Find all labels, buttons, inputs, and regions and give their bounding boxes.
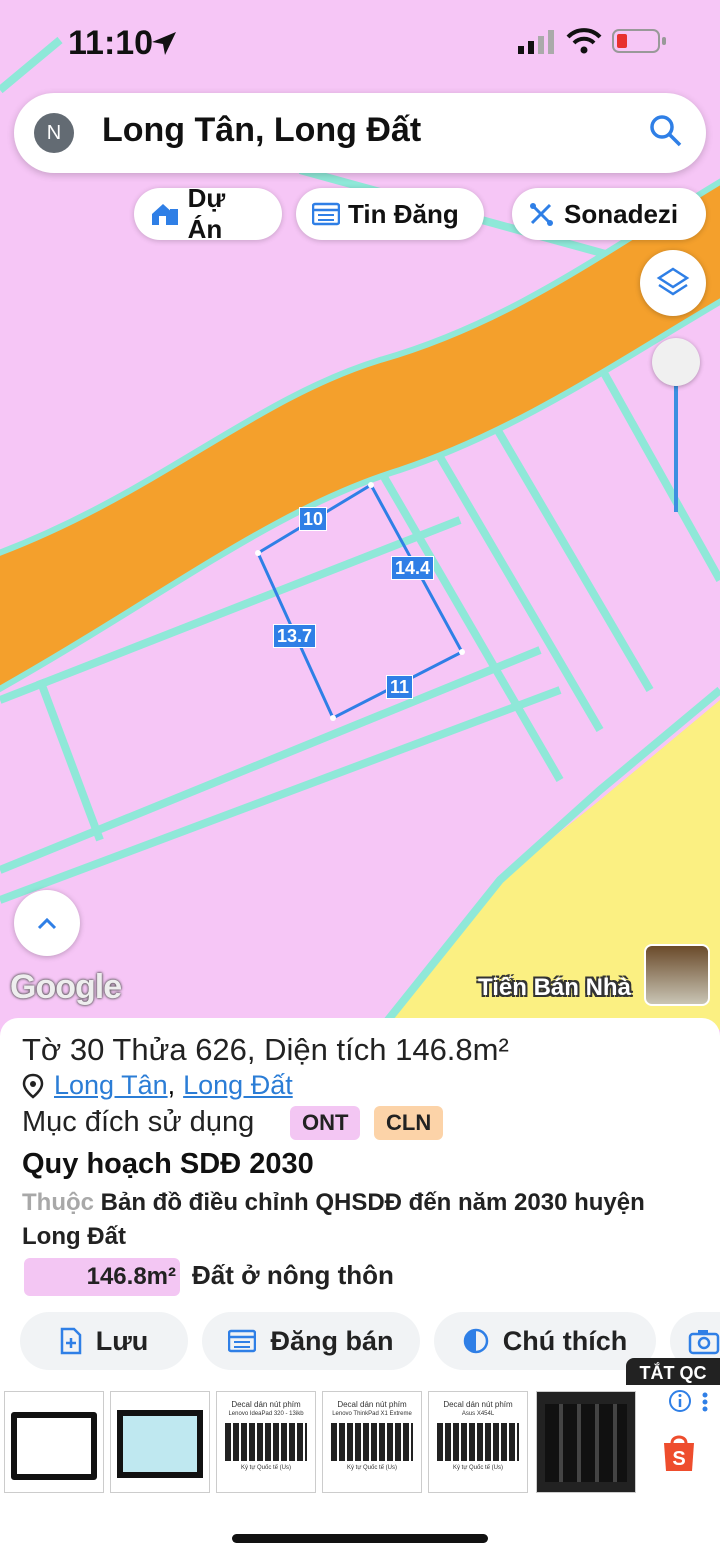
ad-subcaption: Lenovo ThinkPad X1 Extreme [332,1411,412,1417]
layers-icon [656,267,690,296]
add-document-icon [60,1327,81,1355]
layers-button[interactable] [640,250,706,316]
svg-text:S: S [672,1448,685,1470]
district-link[interactable]: Long Đất [183,1070,293,1101]
parcel-title: Tờ 30 Thửa 626, Diện tích 146.8m² [22,1032,509,1067]
list-icon [312,202,340,226]
ward-link[interactable]: Long Tân [54,1070,168,1101]
edge-label-top: 10 [299,507,328,531]
search-input[interactable]: Long Tân, Long Đất [102,111,421,150]
search-icon[interactable] [648,113,684,149]
plan-prefix: Thuộc [22,1189,94,1216]
ad-caption: Decal dán nút phím [337,1400,407,1409]
opacity-slider-handle[interactable] [652,338,700,386]
keyboard-image [331,1423,413,1461]
ad-footer: Ký tự Quốc tế (Us) [452,1465,504,1471]
chip-label: Tin Đăng [348,198,459,229]
battery-icon [612,29,666,53]
chip-du-an[interactable]: Dự Án [134,183,282,244]
status-bar: 11:10 [0,0,720,86]
location-separator: , [167,1070,176,1100]
info-icon[interactable] [668,1389,692,1413]
plan-text: Bản đồ điều chỉnh QHSDĐ đến năm 2030 huy… [22,1189,645,1250]
avatar[interactable]: N [34,113,74,153]
legend-label: Chú thích [502,1325,628,1356]
close-ads-button[interactable]: TẮT QC [626,1358,720,1388]
ad-item[interactable] [110,1391,210,1493]
signal-icon [518,30,554,54]
parcel-location: Long Tân, Long Đất [22,1070,293,1101]
contrast-icon [463,1328,488,1354]
legend-button[interactable]: Chú thích [434,1312,656,1370]
google-logo: Google [10,968,122,1006]
location-arrow-icon [152,32,176,55]
more-options-icon[interactable] [700,1391,710,1413]
ad-footer: Ký tự Quốc tế (Us) [346,1465,398,1471]
keyboard-image [437,1423,519,1461]
chip-sonadezi[interactable]: Sonadezi [512,188,706,240]
status-time: 11:10 [68,24,154,62]
ad-item[interactable]: Decal dán nút phím Asus X454L Ký tự Quốc… [428,1391,528,1493]
purpose-tag-ont: ONT [290,1106,361,1140]
ad-caption: Decal dán nút phím [443,1400,513,1409]
search-bar[interactable]: N Long Tân, Long Đất [14,93,706,173]
location-pin-icon [22,1073,44,1099]
watermark: Tiến Bán Nhà [478,974,631,1001]
home-indicator [232,1534,488,1543]
ad-footer: Ký tự Quốc tế (Us) [240,1465,292,1471]
ad-banner[interactable]: Decal dán nút phím Lenovo IdeaPad 320 - … [0,1385,720,1500]
tools-icon [530,203,553,226]
ad-item[interactable]: Decal dán nút phím Lenovo IdeaPad 320 - … [216,1391,316,1493]
ad-subcaption: Asus X454L [461,1411,495,1417]
chip-label: Sonadezi [564,198,679,229]
expand-up-button[interactable] [14,890,80,956]
shopping-bag-icon[interactable]: S [660,1431,698,1473]
ad-subcaption: Lenovo IdeaPad 320 - 13ikb [228,1411,304,1417]
save-button[interactable]: Lưu [20,1312,188,1370]
ad-caption: Decal dán nút phím [231,1400,301,1409]
save-label: Lưu [95,1325,149,1356]
plan-description: Thuộc Bản đồ điều chỉnh QHSDĐ đến năm 20… [22,1186,672,1254]
ad-item[interactable] [4,1391,104,1493]
ad-item[interactable] [536,1391,636,1493]
wifi-icon [566,28,602,54]
edge-label-right: 14.4 [391,556,435,580]
ad-item[interactable]: Decal dán nút phím Lenovo ThinkPad X1 Ex… [322,1391,422,1493]
chip-label: Dự Án [187,183,226,244]
post-sale-button[interactable]: Đăng bán [202,1312,420,1370]
camera-icon [688,1330,720,1355]
house-icon [152,204,178,225]
chevron-up-icon [37,917,57,930]
area-type: Đất ở nông thôn [192,1260,394,1290]
purpose-tag-cln: CLN [374,1106,444,1140]
edge-label-bottom: 11 [386,675,414,699]
edge-label-left: 13.7 [273,624,317,648]
post-sale-label: Đăng bán [270,1325,394,1356]
opacity-slider-track[interactable] [674,386,678,512]
keyboard-image [225,1423,307,1461]
purpose-label: Mục đích sử dụng [22,1106,255,1138]
area-value: 146.8m² [24,1258,180,1296]
list-icon [228,1329,257,1353]
photo-thumbnail[interactable] [644,944,710,1006]
chip-tin-dang[interactable]: Tin Đăng [296,188,484,240]
plan-title: Quy hoạch SDĐ 2030 [22,1148,314,1180]
